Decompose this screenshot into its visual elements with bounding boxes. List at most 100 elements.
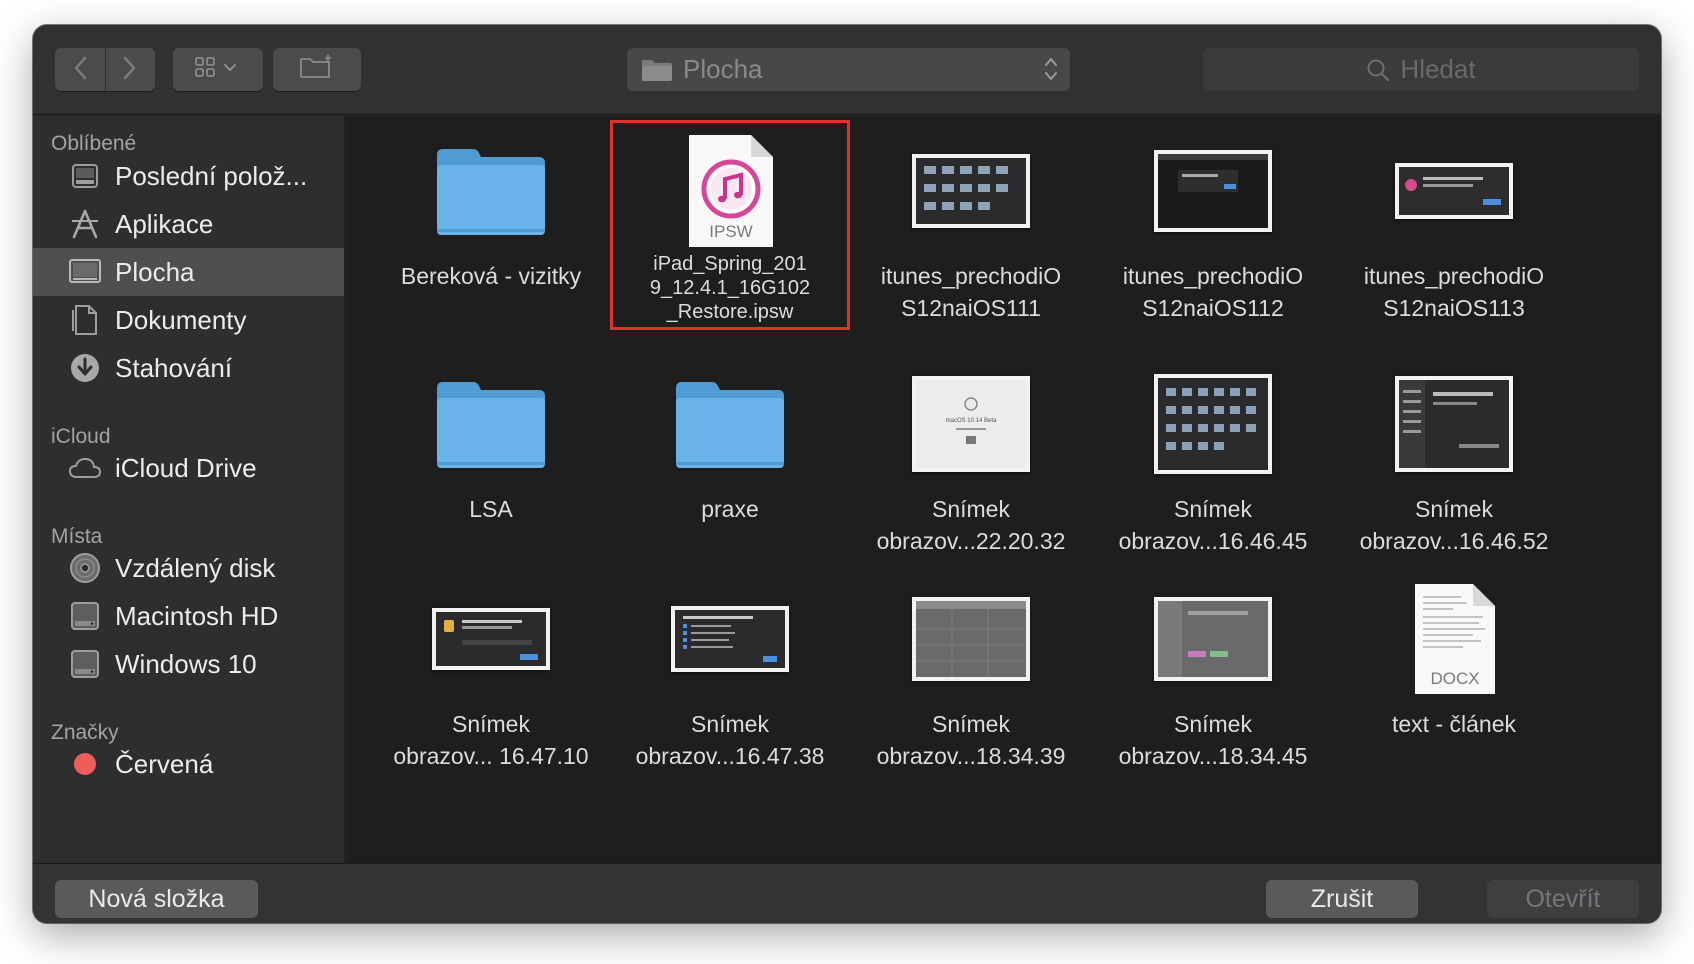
sidebar-item-desktop[interactable]: Plocha — [33, 248, 344, 296]
image-thumbnail — [1098, 126, 1328, 256]
new-folder-button[interactable]: Nová složka — [55, 880, 258, 918]
bottom-bar: Nová složka Zrušit Otevřít — [33, 863, 1661, 923]
file-name: itunes_prechodiO S12naiOS111 — [880, 263, 1062, 321]
file-name: iPad_Spring_201 9_12.4.1_16G102 _Restore… — [649, 253, 811, 323]
desktop-icon — [67, 254, 103, 290]
chevron-right-icon — [123, 56, 137, 84]
sidebar-item-label: Stahování — [115, 352, 233, 383]
toolbar: Plocha Hledat — [33, 25, 1661, 115]
search-placeholder: Hledat — [1400, 54, 1476, 84]
file-item-screenshot[interactable]: Snímek obrazov...18.34.39 — [856, 574, 1086, 792]
sidebar-item-label: Windows 10 — [115, 648, 257, 679]
location-label: Plocha — [683, 54, 763, 84]
sidebar-item-label: Dokumenty — [115, 304, 247, 335]
file-name: Snímek obrazov... 16.47.10 — [393, 711, 589, 769]
sidebar-item-label: iCloud Drive — [115, 452, 257, 483]
applications-icon — [67, 206, 103, 242]
new-folder-toolbar-button[interactable] — [273, 48, 361, 91]
sidebar-item-label: Poslední polož... — [115, 160, 308, 191]
file-name: Bereková - vizitky — [400, 263, 582, 289]
file-item-folder[interactable]: praxe — [615, 359, 845, 577]
folder-icon — [376, 359, 606, 489]
file-item-docx[interactable]: DOCX text - článek — [1339, 574, 1569, 792]
file-name: Snímek obrazov...16.46.52 — [1359, 496, 1549, 554]
sidebar-item-applications[interactable]: Aplikace — [33, 200, 344, 248]
file-name: itunes_prechodiO S12naiOS113 — [1363, 263, 1545, 321]
sidebar-item-icloud-drive[interactable]: iCloud Drive — [33, 444, 344, 492]
remote-disc-icon — [67, 550, 103, 586]
hard-drive-icon — [67, 598, 103, 634]
sidebar-item-label: Aplikace — [115, 208, 214, 239]
image-thumbnail — [1098, 574, 1328, 704]
thumb-caption: macOS 10.14 Beta — [946, 418, 997, 424]
sidebar-item-recents[interactable]: Poslední polož... — [33, 152, 344, 200]
sidebar-item-documents[interactable]: Dokumenty — [33, 296, 344, 344]
navigation-buttons — [55, 48, 155, 91]
new-folder-icon — [299, 54, 335, 85]
cloud-icon — [67, 450, 103, 486]
docx-badge: DOCX — [1430, 669, 1479, 688]
open-file-dialog: Plocha Hledat Oblíbené Poslední polož...… — [33, 25, 1661, 923]
chevron-left-icon — [73, 56, 87, 84]
file-name: itunes_prechodiO S12naiOS112 — [1122, 263, 1304, 321]
image-thumbnail: macOS 10.14 Beta — [856, 359, 1086, 489]
folder-icon — [376, 126, 606, 256]
sidebar-item-windows-10[interactable]: Windows 10 — [33, 640, 344, 688]
sidebar-item-label: Vzdálený disk — [115, 552, 276, 583]
open-button[interactable]: Otevřít — [1487, 880, 1639, 918]
search-icon — [1366, 58, 1390, 82]
documents-icon — [67, 302, 103, 338]
file-item-screenshot[interactable]: itunes_prechodiO S12naiOS111 — [856, 126, 1086, 344]
image-thumbnail — [376, 574, 606, 704]
file-name: Snímek obrazov...16.47.38 — [635, 711, 825, 769]
sidebar-item-label: Macintosh HD — [115, 600, 279, 631]
file-name: Snímek obrazov...22.20.32 — [876, 496, 1066, 554]
file-item-screenshot[interactable]: macOS 10.14 Beta Snímek obrazov...22.20.… — [856, 359, 1086, 577]
file-name: praxe — [701, 496, 759, 522]
sidebar-item-tag-red[interactable]: Červená — [33, 740, 344, 788]
downloads-icon — [67, 350, 103, 386]
image-thumbnail — [615, 574, 845, 704]
red-tag-icon — [67, 746, 103, 782]
hard-drive-icon — [67, 646, 103, 682]
image-thumbnail — [1339, 359, 1569, 489]
file-item-folder[interactable]: LSA — [376, 359, 606, 577]
itunes-document-icon: IPSW — [615, 126, 845, 256]
recents-icon — [67, 158, 103, 194]
file-name: Snímek obrazov...18.34.45 — [1118, 711, 1308, 769]
ipsw-badge: IPSW — [709, 222, 752, 241]
file-item-ipsw[interactable]: IPSW iPad_Spring_201 9_12.4.1_16G102 _Re… — [615, 126, 845, 344]
image-thumbnail — [1098, 359, 1328, 489]
file-browser: Bereková - vizitky IPSW iPad_Spring_201 … — [346, 116, 1661, 863]
file-name: Snímek obrazov...16.46.45 — [1118, 496, 1308, 554]
location-popup[interactable]: Plocha — [627, 48, 1070, 91]
document-icon: DOCX — [1339, 574, 1569, 704]
up-down-arrows-icon — [1044, 54, 1058, 86]
forward-button[interactable] — [105, 48, 155, 91]
file-item-screenshot[interactable]: Snímek obrazov...16.46.52 — [1339, 359, 1569, 577]
file-item-screenshot[interactable]: Snímek obrazov... 16.47.10 — [376, 574, 606, 792]
view-options-button[interactable] — [173, 48, 263, 91]
cancel-button[interactable]: Zrušit — [1266, 880, 1418, 918]
file-item-folder[interactable]: Bereková - vizitky — [376, 126, 606, 344]
file-item-screenshot[interactable]: itunes_prechodiO S12naiOS112 — [1098, 126, 1328, 344]
icon-grid-icon — [194, 56, 242, 83]
file-name: text - článek — [1392, 711, 1516, 737]
sidebar-item-remote-disc[interactable]: Vzdálený disk — [33, 544, 344, 592]
sidebar-item-macintosh-hd[interactable]: Macintosh HD — [33, 592, 344, 640]
folder-icon — [641, 58, 673, 82]
sidebar-item-downloads[interactable]: Stahování — [33, 344, 344, 392]
folder-icon — [615, 359, 845, 489]
file-item-screenshot[interactable]: Snímek obrazov...16.46.45 — [1098, 359, 1328, 577]
sidebar-item-label: Plocha — [115, 256, 195, 287]
file-name: LSA — [469, 496, 513, 522]
back-button[interactable] — [55, 48, 105, 91]
file-item-screenshot[interactable]: Snímek obrazov...16.47.38 — [615, 574, 845, 792]
file-item-screenshot[interactable]: itunes_prechodiO S12naiOS113 — [1339, 126, 1569, 344]
search-field[interactable]: Hledat — [1203, 48, 1639, 91]
image-thumbnail — [856, 574, 1086, 704]
file-item-screenshot[interactable]: Snímek obrazov...18.34.45 — [1098, 574, 1328, 792]
image-thumbnail — [1339, 126, 1569, 256]
image-thumbnail — [856, 126, 1086, 256]
file-name: Snímek obrazov...18.34.39 — [876, 711, 1066, 769]
